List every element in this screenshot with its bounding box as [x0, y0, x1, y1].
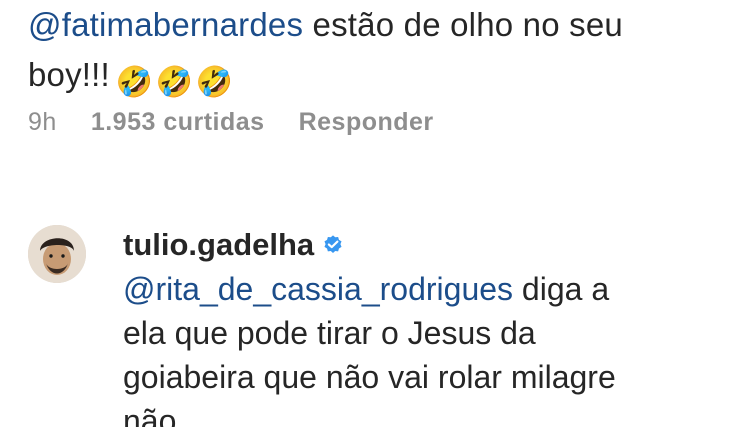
reply-text: @rita_de_cassia_rodrigues diga a [123, 267, 738, 311]
reply-body: tulio.gadelha @rita_de_cassia_rodrigues … [123, 223, 738, 427]
rolling-laughing-face-emoji-icon: 🤣 [115, 65, 154, 100]
reply-text-part-1: diga a [513, 271, 610, 307]
reply-button[interactable]: Responder [299, 108, 434, 137]
verified-badge-icon [324, 235, 342, 253]
comment-text-part-2: boy!!! [28, 56, 110, 93]
rolling-laughing-face-emoji-icon: 🤣 [195, 65, 234, 100]
username-link[interactable]: tulio.gadelha [123, 227, 314, 263]
comment-text: @fatimabernardes estão de olho no seu [28, 0, 738, 50]
reply-text-line-3: goiabeira que não vai rolar milagre [123, 359, 616, 395]
comment-text-line-2: boy!!! 🤣🤣🤣 [28, 50, 738, 100]
comment-text-part: estão de olho no seu [303, 6, 623, 43]
reply-text-line-2: ela que pode tirar o Jesus da [123, 315, 536, 351]
avatar[interactable] [28, 225, 86, 283]
mention-link[interactable]: @rita_de_cassia_rodrigues [123, 271, 513, 307]
rolling-laughing-face-emoji-icon: 🤣 [155, 65, 194, 100]
avatar-image [28, 225, 86, 283]
mention-link[interactable]: @fatimabernardes [28, 6, 303, 43]
likes-count-link[interactable]: 1.953 curtidas [91, 108, 265, 137]
comment-time: 9h [28, 108, 57, 136]
reply-text-line-4: não. [123, 403, 186, 427]
comment-meta: 9h 1.953 curtidas Responder [28, 108, 434, 137]
username-row: tulio.gadelha [123, 223, 738, 267]
comment: @fatimabernardes estão de olho no seu bo… [28, 0, 738, 100]
